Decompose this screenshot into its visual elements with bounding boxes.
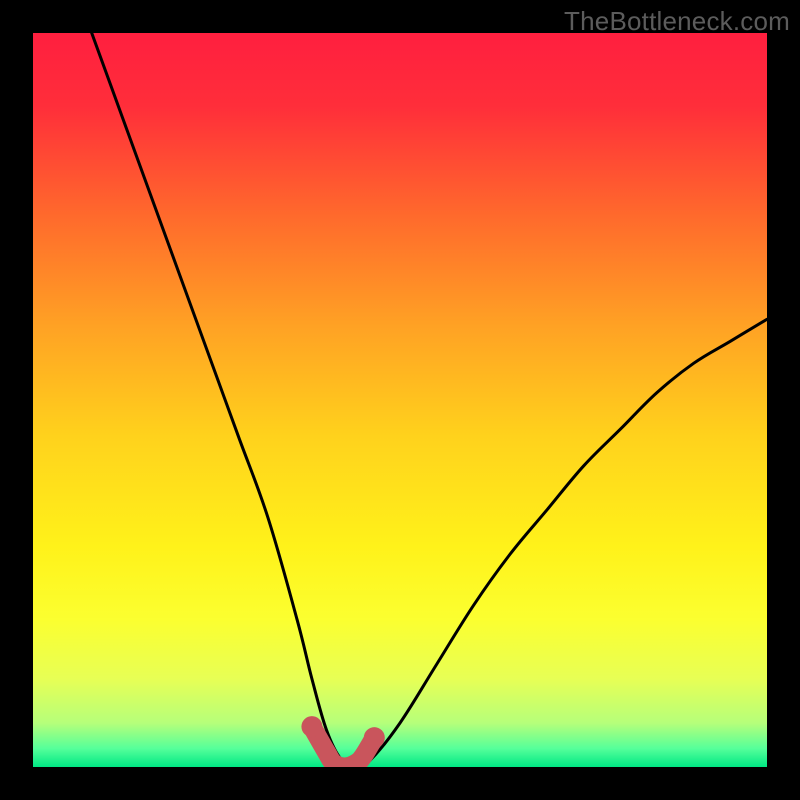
- gradient-background: [33, 33, 767, 767]
- chart-svg: [33, 33, 767, 767]
- plot-area: [33, 33, 767, 767]
- highlight-endpoint: [301, 716, 322, 737]
- highlight-endpoint: [364, 727, 385, 748]
- chart-frame: TheBottleneck.com: [0, 0, 800, 800]
